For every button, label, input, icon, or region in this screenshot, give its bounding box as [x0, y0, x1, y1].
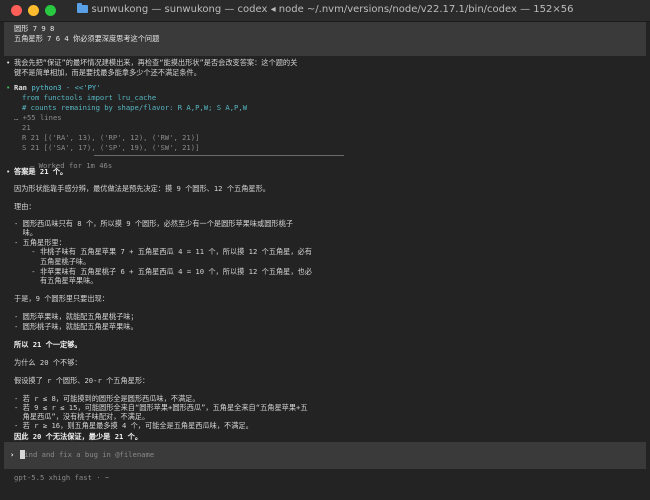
- answer-line: - 圆形西瓜味只有 8 个，所以摸 9 个圆形，必然至少有一个是圆形苹果味或圆形…: [14, 219, 293, 228]
- prompt-chevron-icon: ›: [10, 450, 15, 459]
- code-line: from functools import lru_cache: [22, 93, 157, 102]
- terminal-content[interactable]: 圆形 7 9 8 五角星形 7 6 4 你必须要深度思考这个问题 • 我会先把“…: [0, 22, 650, 500]
- answer-line: 所以 21 个一定够。: [14, 340, 82, 349]
- ran-label: Ran: [14, 83, 27, 92]
- answer-line: - 非桃子味有 五角星苹果 7 + 五角星西瓜 4 = 11 个，所以摸 12 …: [14, 247, 312, 256]
- output-line: 21: [22, 123, 31, 132]
- input-placeholder: Find and fix a bug in @filename: [20, 450, 155, 459]
- window-title-wrap: sunwukong — sunwukong — codex ◂ node ~/.…: [0, 3, 650, 15]
- answer-line: 五角星桃子味。: [14, 257, 91, 266]
- tool-bullet: •: [6, 83, 11, 92]
- answer-line: - 圆形苹果味，就能配五角星桃子味；: [14, 312, 138, 321]
- answer-line: 因为形状能靠手感分辨，最优做法是预先决定：摸 9 个圆形、12 个五角星形。: [14, 184, 270, 193]
- user-message-line: 五角星形 7 6 4 你必须要深度思考这个问题: [14, 34, 160, 43]
- answer-line: 味。: [14, 228, 38, 237]
- message-bullet: •: [6, 58, 11, 67]
- answer-line: 有五角星苹果味。: [14, 276, 98, 285]
- answer-line: 因此 20 个无法保证，最少是 21 个。: [14, 432, 143, 441]
- message-bullet: •: [6, 167, 11, 176]
- intro-line: 我会先把“保证”的最坏情况建模出来，再检查“能摸出形状”是否会改变答案：这个题的…: [14, 58, 298, 67]
- status-bar: gpt-5.5 xhigh fast · ~: [14, 473, 110, 482]
- ran-command-line: Ran python3 - <<'PY': [14, 83, 101, 94]
- window-title: sunwukong — sunwukong — codex ◂ node ~/.…: [91, 4, 574, 15]
- title-bar[interactable]: sunwukong — sunwukong — codex ◂ node ~/.…: [0, 0, 650, 22]
- folder-icon: [76, 3, 88, 13]
- answer-line: - 圆形桃子味，就能配五角星苹果味。: [14, 322, 138, 331]
- code-line: # counts remaining by shape/flavor: R A,…: [22, 103, 248, 112]
- answer-line: 答案是 21 个。: [14, 167, 68, 176]
- answer-line: 为什么 20 个不够：: [14, 358, 82, 367]
- worked-separator: — Worked for 1m 46s: [4, 150, 344, 170]
- user-message: 圆形 7 9 8 五角星形 7 6 4 你必须要深度思考这个问题: [4, 22, 646, 56]
- text-cursor: [20, 450, 25, 459]
- collapsed-lines[interactable]: … +55 lines: [14, 113, 62, 124]
- ran-command: python3 - <<'PY': [31, 83, 101, 92]
- user-message-line: 圆形 7 9 8: [14, 24, 55, 33]
- answer-line: 于是，9 个圆形里只要出现：: [14, 294, 109, 303]
- answer-line: 理由：: [14, 202, 36, 211]
- answer-line: - 若 r ≥ 16，则五角星最多摸 4 个，可能全是五角星西瓜味，不满足。: [14, 421, 253, 430]
- output-line: R 21 [('RA', 13), ('RP', 12), ('RW', 21)…: [22, 133, 200, 142]
- separator-rule: [94, 155, 344, 156]
- answer-line: 假设摸了 r 个圆形、20-r 个五角星形：: [14, 376, 150, 385]
- intro-line: 键不是简单相加，而是要找最多能拿多少个还不满足条件。: [14, 68, 201, 77]
- terminal-window: sunwukong — sunwukong — codex ◂ node ~/.…: [0, 0, 650, 500]
- prompt-input[interactable]: › Find and fix a bug in @filename: [4, 442, 646, 469]
